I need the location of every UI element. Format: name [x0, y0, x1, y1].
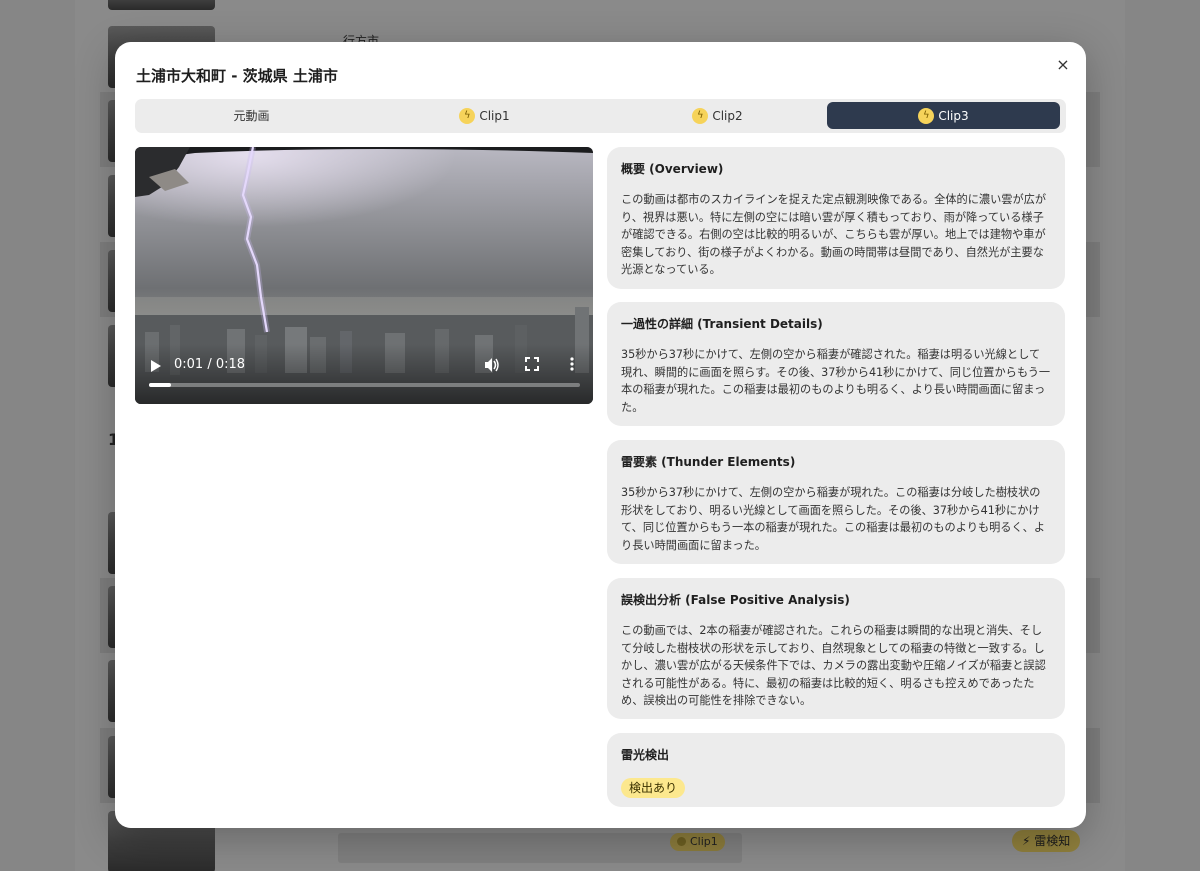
overview-card: 概要 (Overview) この動画は都市のスカイラインを捉えた定点観測映像であ…	[607, 147, 1065, 289]
video-progress-bar[interactable]	[149, 383, 580, 387]
video-time: 0:01 / 0:18	[174, 357, 246, 372]
detection-badge: 検出あり	[621, 778, 686, 798]
card-title: 雷要素 (Thunder Elements)	[621, 455, 796, 469]
card-body: この動画では、2本の稲妻が確認された。これらの稲妻は瞬間的な出現と消失、そして分…	[621, 624, 1046, 707]
tab-label: Clip1	[479, 108, 510, 123]
video-player[interactable]: 0:01 / 0:18	[135, 147, 593, 404]
close-icon: ×	[1056, 55, 1070, 74]
more-options-icon[interactable]	[567, 356, 577, 372]
card-title: 一過性の詳細 (Transient Details)	[621, 317, 823, 331]
card-body: 35秒から37秒にかけて、左側の空から稲妻が確認された。稲妻は明るい光線として現…	[621, 348, 1051, 414]
bolt-icon: ϟ	[459, 107, 476, 124]
lightning-detection-card: 雷光検出 検出あり	[607, 733, 1065, 807]
video-controls	[135, 344, 593, 404]
clip-badge: Clip1	[670, 833, 725, 851]
detect-pill: ⚡ 雷検知	[1012, 830, 1081, 852]
tab-label: 元動画	[233, 109, 270, 123]
tab-clip2[interactable]: ϟ Clip2	[601, 102, 834, 129]
fullscreen-icon[interactable]	[525, 357, 539, 371]
tab-clip3[interactable]: ϟ Clip3	[827, 102, 1060, 129]
tab-label: Clip3	[938, 108, 969, 123]
play-icon[interactable]	[149, 359, 163, 373]
volume-icon[interactable]	[484, 357, 500, 373]
clip-tabs: 元動画 ϟ Clip1 ϟ Clip2 ϟ Clip3	[135, 99, 1066, 133]
card-body: 35秒から37秒にかけて、左側の空から稲妻が現れた。この稲妻は分岐した樹枝状の形…	[621, 486, 1046, 552]
bolt-icon: ϟ	[918, 107, 935, 124]
thunder-elements-card: 雷要素 (Thunder Elements) 35秒から37秒にかけて、左側の空…	[607, 440, 1065, 564]
false-positive-card: 誤検出分析 (False Positive Analysis) この動画では、2…	[607, 578, 1065, 719]
tab-clip1[interactable]: ϟ Clip1	[368, 102, 601, 129]
close-button[interactable]: ×	[1052, 54, 1074, 76]
bolt-icon	[677, 837, 686, 846]
detail-modal: 土浦市大和町 - 茨城県 土浦市 × 元動画 ϟ Clip1 ϟ Clip2 ϟ…	[115, 42, 1086, 828]
card-title: 概要 (Overview)	[621, 162, 724, 176]
video-progress-fill	[149, 383, 171, 387]
bolt-icon: ϟ	[692, 107, 709, 124]
tab-original[interactable]: 元動画	[135, 102, 368, 129]
tab-label: Clip2	[712, 108, 743, 123]
transient-details-card: 一過性の詳細 (Transient Details) 35秒から37秒にかけて、…	[607, 302, 1065, 426]
card-body: この動画は都市のスカイラインを捉えた定点観測映像である。全体的に濃い雲が広がり、…	[621, 193, 1047, 276]
thumbnail	[108, 0, 215, 10]
modal-title: 土浦市大和町 - 茨城県 土浦市	[136, 67, 338, 85]
card-title: 雷光検出	[621, 748, 670, 762]
card-title: 誤検出分析 (False Positive Analysis)	[621, 593, 850, 607]
